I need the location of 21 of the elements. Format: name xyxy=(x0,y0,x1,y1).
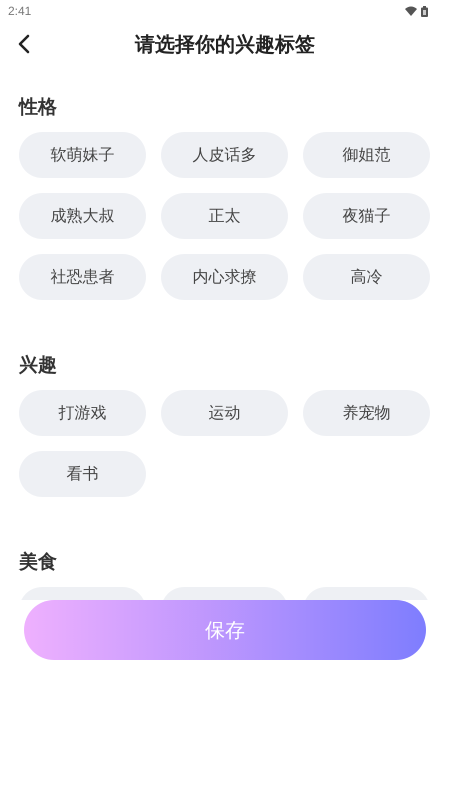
tag-chip[interactable]: 内心求撩 xyxy=(161,254,288,300)
battery-icon xyxy=(421,6,428,16)
section-title: 兴趣 xyxy=(19,353,58,378)
tag-chip[interactable]: 运动 xyxy=(161,390,288,436)
page-title: 请选择你的兴趣标签 xyxy=(135,30,315,58)
section-title: 美食 xyxy=(19,550,58,575)
status-time: 2:41 xyxy=(8,4,32,18)
tag-chip[interactable]: 成熟大叔 xyxy=(19,193,146,239)
tag-chip[interactable]: 人皮话多 xyxy=(161,132,288,178)
tag-chip[interactable]: 看书 xyxy=(19,451,146,497)
tag-chip[interactable]: 夜猫子 xyxy=(303,193,430,239)
section-title: 性格 xyxy=(19,95,58,120)
tag-chip[interactable]: 社恐患者 xyxy=(19,254,146,300)
back-icon xyxy=(18,34,30,54)
tag-chip[interactable]: 软萌妹子 xyxy=(19,132,146,178)
tag-chip[interactable]: 正太 xyxy=(161,193,288,239)
tag-chip[interactable]: 养宠物 xyxy=(303,390,430,436)
tag-chip[interactable]: 打游戏 xyxy=(19,390,146,436)
tag-chip[interactable]: 御姐范 xyxy=(303,132,430,178)
wifi-icon xyxy=(405,6,417,16)
tag-chip[interactable]: 高冷 xyxy=(303,254,430,300)
